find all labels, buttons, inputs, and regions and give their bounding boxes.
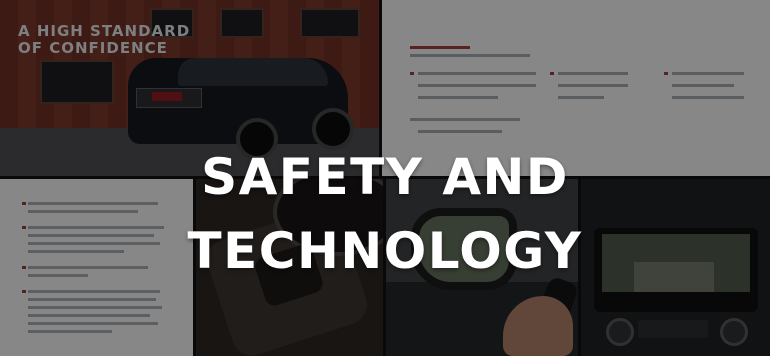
banner-headline: SAFETY AND TECHNOLOGY: [187, 148, 583, 280]
hero-banner: A HIGH STANDARD OF CONFIDENCE SAFETY AND…: [0, 0, 770, 356]
